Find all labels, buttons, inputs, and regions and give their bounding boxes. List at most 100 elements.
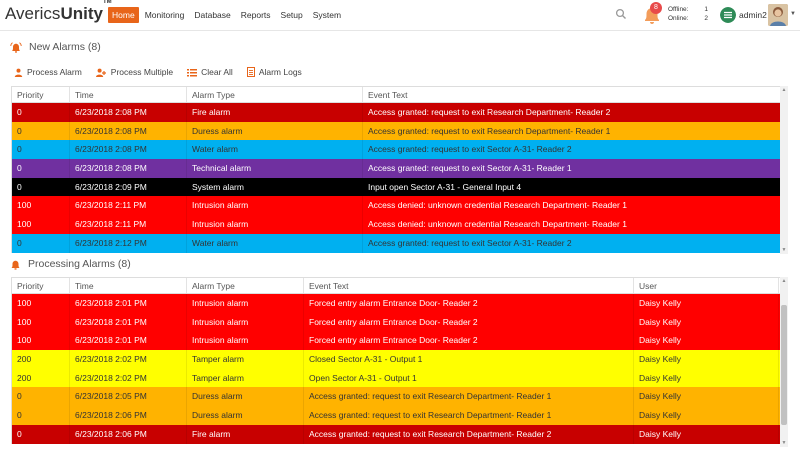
process-multiple-button[interactable]: Process Multiple [95,67,174,77]
cell-alarm-type: Tamper alarm [187,368,304,388]
alarm-bell-icon [10,41,22,53]
table-row[interactable]: 0 6/23/2018 2:08 PM Water alarm Access gran… [12,140,788,160]
online-label: Online: [668,15,689,22]
logo-bold-text: Unity [60,4,103,23]
cell-time: 6/23/2018 2:12 PM [70,233,187,253]
table-row[interactable]: 100 6/23/2018 2:11 PM Intrusion alarm Acces… [12,196,788,216]
cell-priority: 0 [12,103,70,122]
column-header-event-text[interactable]: Event Text [363,87,781,102]
cell-time: 6/23/2018 2:01 PM [70,294,187,313]
cell-time: 6/23/2018 2:02 PM [70,368,187,388]
app-logo[interactable]: AvericsUnityTM [5,0,112,24]
cell-priority: 0 [12,424,70,444]
cell-time: 6/23/2018 2:01 PM [70,331,187,351]
column-header-priority[interactable]: Priority [12,278,70,293]
table-row[interactable]: 0 6/23/2018 2:08 PM Fire alarm Access grant… [12,103,788,122]
cell-event-text: Access granted: request to exit Sector A… [363,233,781,253]
user-avatar[interactable] [768,4,788,26]
cell-alarm-type: Duress alarm [187,121,363,141]
cell-event-text: Forced entry alarm Entrance Door- Reader… [304,312,634,332]
cell-time: 6/23/2018 2:05 PM [70,387,187,407]
cell-priority: 100 [12,196,70,216]
cell-user: Daisy Kelly [634,331,779,351]
table-row[interactable]: 0 6/23/2018 2:08 PM Duress alarm Access gra… [12,121,788,141]
cell-alarm-type: Fire alarm [187,103,363,122]
nav-home[interactable]: Home [108,7,139,23]
scroll-down-arrow-icon[interactable]: ▼ [780,246,788,254]
cell-alarm-type: Intrusion alarm [187,294,304,313]
scroll-up-arrow-icon[interactable]: ▲ [780,86,788,94]
processing-alarms-header: Priority Time Alarm Type Event Text User [12,277,788,294]
cell-time: 6/23/2018 2:09 PM [70,177,187,197]
new-alarms-header: Priority Time Alarm Type Event Text [12,86,788,103]
cell-event-text: Access denied: unknown credential Resear… [363,215,781,234]
table-row[interactable]: 0 6/23/2018 2:06 PM Duress alarm Access gra… [12,406,788,425]
nav-database[interactable]: Database [190,7,234,23]
table-row[interactable]: 0 6/23/2018 2:12 PM Water alarm Access gran… [12,233,788,253]
table-row[interactable]: 0 6/23/2018 2:06 PM Fire alarm Access grant… [12,424,788,444]
processing-alarms-scrollbar[interactable]: ▲ ▼ [780,277,788,447]
column-header-user[interactable]: User [634,278,779,293]
cell-priority: 0 [12,140,70,160]
cell-alarm-type: Duress alarm [187,406,304,425]
cell-priority: 0 [12,159,70,178]
nav-reports[interactable]: Reports [237,7,275,23]
online-count: 2 [704,15,708,22]
search-icon[interactable] [615,8,627,20]
new-alarms-scrollbar[interactable]: ▲ ▼ [780,86,788,254]
scroll-up-arrow-icon[interactable]: ▲ [780,277,788,285]
alarm-logs-label: Alarm Logs [258,67,302,77]
cell-alarm-type: Intrusion alarm [187,196,363,216]
table-row[interactable]: 0 6/23/2018 2:05 PM Duress alarm Access gra… [12,387,788,407]
cell-time: 6/23/2018 2:11 PM [70,196,187,216]
column-header-priority[interactable]: Priority [12,87,70,102]
table-row[interactable]: 100 6/23/2018 2:01 PM Intrusion alarm Force… [12,331,788,351]
cell-time: 6/23/2018 2:06 PM [70,424,187,444]
nav-monitoring[interactable]: Monitoring [141,7,189,23]
list-icon [187,68,198,76]
column-header-event-text[interactable]: Event Text [304,278,634,293]
cell-time: 6/23/2018 2:11 PM [70,215,187,234]
cell-user: Daisy Kelly [634,406,779,425]
table-row[interactable]: 200 6/23/2018 2:02 PM Tamper alarm Open Sec… [12,368,788,388]
column-header-time[interactable]: Time [70,87,187,102]
cell-priority: 100 [12,294,70,313]
table-row[interactable]: 100 6/23/2018 2:01 PM Intrusion alarm Force… [12,312,788,332]
username[interactable]: admin2 [739,10,767,20]
cell-user: Daisy Kelly [634,368,779,388]
user-menu-icon[interactable] [720,7,736,23]
table-row[interactable]: 0 6/23/2018 2:09 PM System alarm Input open… [12,177,788,197]
cell-time: 6/23/2018 2:08 PM [70,103,187,122]
offline-count: 1 [704,6,708,13]
cell-time: 6/23/2018 2:08 PM [70,121,187,141]
cell-alarm-type: Tamper alarm [187,350,304,369]
cell-user: Daisy Kelly [634,294,779,313]
alarm-logs-button[interactable]: Alarm Logs [246,67,302,77]
process-alarm-label: Process Alarm [27,67,82,77]
column-header-alarm-type[interactable]: Alarm Type [187,87,363,102]
scroll-down-arrow-icon[interactable]: ▼ [780,439,788,447]
processing-alarms-title: Processing Alarms (8) [28,258,131,270]
scroll-thumb[interactable] [781,305,787,425]
cell-event-text: Access granted: request to exit Sector A… [363,140,781,160]
cell-user: Daisy Kelly [634,387,779,407]
table-row[interactable]: 0 6/23/2018 2:08 PM Technical alarm Access … [12,159,788,178]
cell-alarm-type: Technical alarm [187,159,363,178]
chevron-down-icon[interactable]: ▼ [790,11,796,17]
clear-all-button[interactable]: Clear All [187,67,233,77]
cell-priority: 100 [12,215,70,234]
processing-alarms-table: Priority Time Alarm Type Event Text User… [11,277,788,444]
logo-light-text: Averics [5,4,61,23]
table-row[interactable]: 200 6/23/2018 2:02 PM Tamper alarm Closed S… [12,350,788,369]
users-icon [95,68,106,77]
process-multiple-label: Process Multiple [110,67,174,77]
table-row[interactable]: 100 6/23/2018 2:11 PM Intrusion alarm Acces… [12,215,788,234]
cell-event-text: Access granted: request to exit Research… [304,387,634,407]
table-row[interactable]: 100 6/23/2018 2:01 PM Intrusion alarm Force… [12,294,788,313]
process-alarm-button[interactable]: Process Alarm [14,67,82,77]
column-header-alarm-type[interactable]: Alarm Type [187,278,304,293]
nav-system[interactable]: System [309,7,345,23]
cell-alarm-type: Water alarm [187,233,363,253]
column-header-time[interactable]: Time [70,278,187,293]
nav-setup[interactable]: Setup [277,7,307,23]
